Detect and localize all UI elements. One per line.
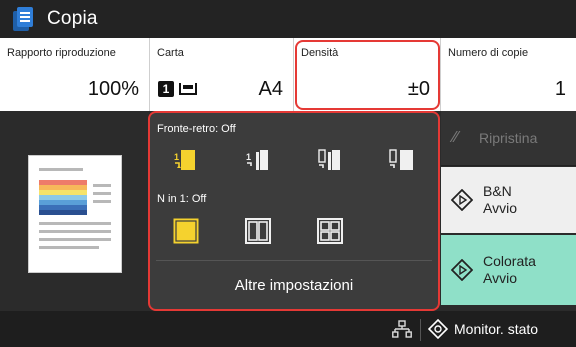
status-monitor-button[interactable]: Monitor. stato [428,311,538,347]
preview-image [39,180,87,215]
svg-text:1: 1 [246,152,251,162]
duplex-label: Fronte-retro: Off [157,123,236,135]
status-separator [420,319,421,341]
bw-start-line2: Avvio [483,200,517,216]
copy-document-icon [13,7,33,31]
more-settings-button[interactable]: Altre impostazioni [150,263,438,307]
paper-source: 1 [158,81,197,97]
duplex-2to2-icon[interactable] [294,143,366,177]
status-bar: Monitor. stato [0,311,576,347]
color-start-line2: Avvio [483,270,517,286]
network-icon [392,320,412,338]
bw-start-line1: B&N [483,183,512,199]
reset-button[interactable]: ⁄⁄ Ripristina [441,111,576,166]
copies-label: Numero di copie [448,47,529,59]
svg-text:1: 1 [174,152,179,162]
duplex-1to2-icon[interactable]: 1 [222,143,294,177]
status-monitor-icon [428,319,448,339]
nup-4in1-icon[interactable] [294,214,366,248]
panel-divider [156,260,432,261]
tray-number-icon: 1 [158,81,174,97]
copies-value: 1 [554,78,566,100]
quick-settings-panel: Fronte-retro: Off 1 1 N in 1: Off Altre … [148,111,440,311]
copy-screen: Copia Rapporto riproduzione 100% Carta 1… [0,0,576,347]
reset-icon: ⁄⁄ [453,129,459,146]
density-value: ±0 [407,78,430,100]
settings-row: Rapporto riproduzione 100% Carta 1 A4 De… [0,38,576,111]
color-start-button[interactable]: Colorata Avvio [441,235,576,305]
page-title: Copia [47,8,98,29]
reset-label: Ripristina [479,130,538,146]
color-start-text: Colorata Avvio [483,253,536,287]
status-monitor-label: Monitor. stato [454,321,539,337]
paper-setting[interactable]: Carta 1 A4 [150,38,294,111]
bw-start-text: B&N Avvio [483,183,517,217]
ratio-setting[interactable]: Rapporto riproduzione 100% [0,38,150,111]
copies-setting[interactable]: Numero di copie 1 [441,38,576,111]
nup-options [150,214,438,248]
duplex-2to1-icon[interactable] [366,143,438,177]
start-diamond-icon [451,259,473,281]
nup-off-icon[interactable] [150,214,222,248]
duplex-options: 1 1 [150,143,438,177]
paper-value: A4 [258,78,283,100]
nup-2in1-icon[interactable] [222,214,294,248]
document-preview [29,156,121,272]
color-start-line1: Colorata [483,253,536,269]
header-bar: Copia [0,0,576,38]
ratio-label: Rapporto riproduzione [7,47,116,59]
action-column: ⁄⁄ Ripristina B&N Avvio Colorata Avvio [441,111,576,311]
density-label: Densità [301,47,339,59]
preview-area [0,111,148,311]
duplex-off-icon[interactable]: 1 [150,143,222,177]
paper-tray-icon [179,83,197,95]
start-diamond-icon [451,189,473,211]
paper-label: Carta [157,47,184,59]
density-setting[interactable]: Densità ±0 [294,38,441,111]
bw-start-button[interactable]: B&N Avvio [441,167,576,233]
nup-label: N in 1: Off [157,193,207,205]
ratio-value: 100% [87,78,139,100]
